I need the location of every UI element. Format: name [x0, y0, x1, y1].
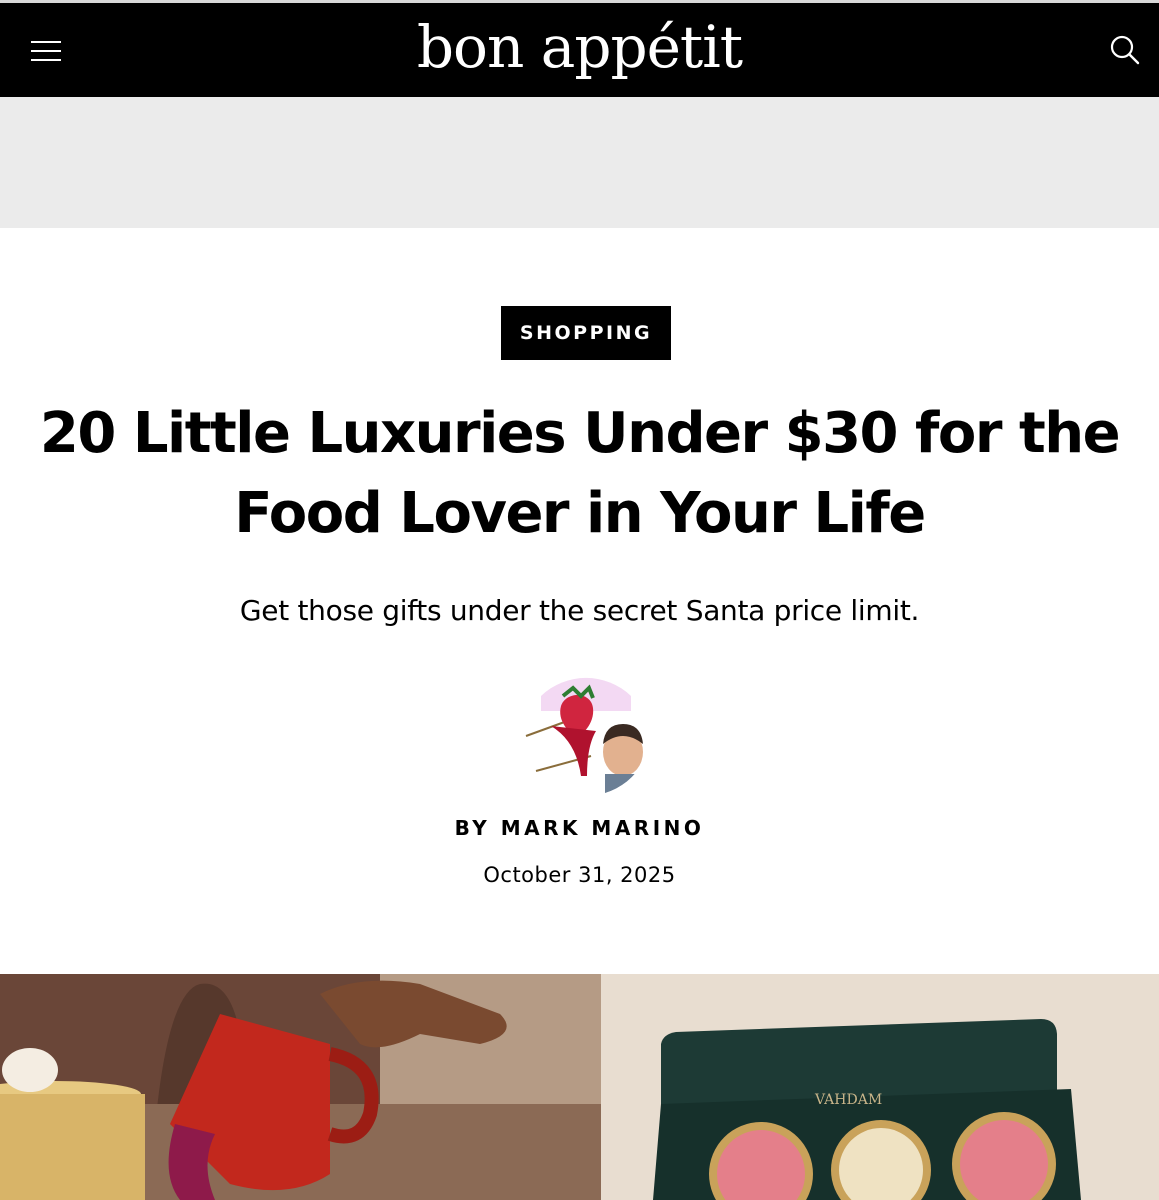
- site-logo[interactable]: bon appétit: [0, 11, 1159, 83]
- brand-text: VAHDAM: [815, 1092, 883, 1108]
- article-dek: Get those gifts under the secret Santa p…: [239, 594, 920, 627]
- search-icon[interactable]: [1108, 33, 1142, 67]
- headline-line-1: 20 Little Luxuries Under $30 for the: [39, 401, 1121, 466]
- byline-prefix: BY: [454, 816, 491, 840]
- author-avatar[interactable]: [521, 666, 651, 796]
- headline-line-2: Food Lover in Your Life: [234, 481, 926, 546]
- category-tag[interactable]: SHOPPING: [501, 306, 671, 360]
- site-header: bon appétit: [0, 0, 1159, 97]
- lead-image-left: [0, 974, 601, 1200]
- publish-date: October 31, 2025: [483, 863, 676, 887]
- lead-image-right: VAHDAM: [601, 974, 1159, 1200]
- byline: BY MARK MARINO: [0, 816, 1159, 840]
- article-headline: 20 Little Luxuries Under $30 for the Foo…: [20, 394, 1139, 554]
- ad-banner-placeholder: [0, 97, 1159, 228]
- author-link[interactable]: MARK MARINO: [501, 816, 705, 840]
